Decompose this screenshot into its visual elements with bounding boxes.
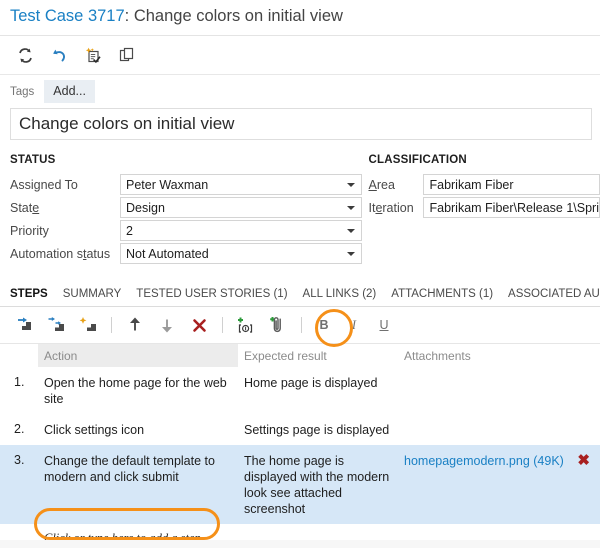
title-field-wrap: Change colors on initial view bbox=[0, 108, 600, 140]
tab-associated-automation[interactable]: ASSOCIATED AUTOMATION bbox=[508, 288, 600, 306]
chevron-down-icon bbox=[347, 205, 356, 210]
field-state: State Design bbox=[10, 197, 363, 218]
table-row[interactable]: 1. Open the home page for the web site H… bbox=[0, 367, 600, 414]
step-attachments[interactable] bbox=[398, 415, 600, 445]
state-value: Design bbox=[126, 200, 165, 215]
classification-heading: CLASSIFICATION bbox=[368, 154, 467, 166]
footer-spacer bbox=[0, 540, 600, 548]
assigned-to-dropdown[interactable]: Peter Waxman bbox=[120, 174, 363, 195]
field-priority: Priority 2 bbox=[10, 220, 363, 241]
status-heading: STATUS bbox=[10, 154, 56, 166]
step-number: 3. bbox=[14, 453, 25, 467]
tab-steps[interactable]: STEPS bbox=[10, 288, 59, 306]
undo-icon[interactable] bbox=[42, 40, 76, 70]
field-area: Area Fabrikam Fiber bbox=[368, 174, 600, 195]
step-number: 1. bbox=[14, 375, 25, 389]
field-label-iteration: Iteration bbox=[368, 200, 414, 215]
table-row[interactable]: 3. Change the default template to modern… bbox=[0, 445, 600, 524]
assigned-to-value: Peter Waxman bbox=[126, 177, 209, 192]
step-expected-result[interactable]: Settings page is displayed bbox=[238, 415, 398, 445]
page-title-id: Test Case 3717 bbox=[10, 7, 125, 25]
field-automation-status: Automation status Not Automated bbox=[10, 243, 363, 264]
remove-attachment-icon[interactable]: ✖ bbox=[577, 453, 590, 468]
priority-value: 2 bbox=[126, 223, 133, 238]
step-expected-result[interactable]: Home page is displayed bbox=[238, 368, 398, 414]
tab-attachments[interactable]: ATTACHMENTS (1) bbox=[391, 288, 504, 306]
step-attachments[interactable] bbox=[398, 368, 600, 414]
move-up-icon[interactable] bbox=[119, 311, 151, 339]
step-action[interactable]: Change the default template to modern an… bbox=[38, 446, 238, 524]
priority-dropdown[interactable]: 2 bbox=[120, 220, 363, 241]
create-shared-steps-icon[interactable] bbox=[72, 311, 104, 339]
automation-status-value: Not Automated bbox=[126, 246, 209, 261]
chevron-down-icon bbox=[347, 251, 356, 256]
insert-parameter-icon[interactable] bbox=[230, 311, 262, 339]
attachment-link[interactable]: homepagemodern.png (49K) bbox=[404, 454, 564, 468]
add-step-row[interactable]: Click or type here to add a step bbox=[0, 524, 600, 553]
tags-label: Tags bbox=[10, 85, 35, 98]
tab-summary[interactable]: SUMMARY bbox=[63, 288, 133, 306]
field-assigned-to: Assigned To Peter Waxman bbox=[10, 174, 363, 195]
insert-shared-steps-icon[interactable] bbox=[40, 311, 72, 339]
steps-grid-header: Action Expected result Attachments bbox=[0, 344, 600, 367]
step-attachments: homepagemodern.png (49K) ✖ bbox=[398, 446, 600, 524]
table-row[interactable]: 2. Click settings icon Settings page is … bbox=[0, 414, 600, 445]
status-section: STATUS Assigned To Peter Waxman State De… bbox=[0, 154, 363, 266]
chevron-down-icon bbox=[347, 228, 356, 233]
italic-button[interactable]: I bbox=[339, 311, 369, 339]
move-down-icon[interactable] bbox=[151, 311, 183, 339]
field-label-priority: Priority bbox=[10, 223, 49, 238]
chevron-down-icon bbox=[347, 182, 356, 187]
column-header-attachments: Attachments bbox=[404, 348, 471, 363]
column-header-expected-result: Expected result bbox=[244, 348, 327, 363]
state-dropdown[interactable]: Design bbox=[120, 197, 363, 218]
detail-tabs: STEPS SUMMARY TESTED USER STORIES (1) AL… bbox=[0, 280, 600, 307]
field-label-area: Area bbox=[368, 177, 395, 192]
step-number: 2. bbox=[14, 422, 25, 436]
column-header-action: Action bbox=[38, 344, 238, 367]
field-iteration: Iteration Fabrikam Fiber\Release 1\Spri bbox=[368, 197, 600, 218]
copy-icon[interactable] bbox=[110, 40, 144, 70]
delete-step-icon[interactable] bbox=[183, 311, 215, 339]
step-action[interactable]: Open the home page for the web site bbox=[38, 368, 238, 414]
field-label-state: State bbox=[10, 200, 40, 215]
field-label-automation-status: Automation status bbox=[10, 246, 111, 261]
underline-button[interactable]: U bbox=[369, 311, 399, 339]
area-input[interactable]: Fabrikam Fiber bbox=[423, 174, 600, 195]
automation-status-dropdown[interactable]: Not Automated bbox=[120, 243, 363, 264]
toolbar-separator bbox=[301, 317, 302, 333]
toolbar-separator bbox=[222, 317, 223, 333]
step-action[interactable]: Click settings icon bbox=[38, 415, 238, 445]
steps-grid: Action Expected result Attachments 1. Op… bbox=[0, 344, 600, 553]
bold-button[interactable]: B bbox=[309, 311, 339, 339]
fields-area: STATUS Assigned To Peter Waxman State De… bbox=[0, 140, 600, 266]
add-tag-button[interactable]: Add... bbox=[44, 80, 95, 103]
field-label-assigned-to: Assigned To bbox=[10, 177, 78, 192]
classification-section: CLASSIFICATION Area Fabrikam Fiber Itera… bbox=[362, 154, 600, 266]
command-toolbar bbox=[0, 36, 600, 75]
steps-toolbar: B I U bbox=[0, 307, 600, 347]
iteration-input[interactable]: Fabrikam Fiber\Release 1\Spri bbox=[423, 197, 600, 218]
tab-tested-user-stories[interactable]: TESTED USER STORIES (1) bbox=[136, 288, 298, 306]
toolbar-separator bbox=[111, 317, 112, 333]
tab-all-links[interactable]: ALL LINKS (2) bbox=[303, 288, 388, 306]
tags-row: Tags Add... bbox=[0, 75, 600, 108]
title-input[interactable]: Change colors on initial view bbox=[10, 108, 592, 140]
new-linked-item-icon[interactable] bbox=[76, 40, 110, 70]
page-title-bar: Test Case 3717: Change colors on initial… bbox=[0, 0, 600, 36]
insert-step-icon[interactable] bbox=[8, 311, 40, 339]
step-expected-result[interactable]: The home page is displayed with the mode… bbox=[238, 446, 398, 524]
attach-file-icon[interactable] bbox=[262, 311, 294, 339]
page-title-text: : Change colors on initial view bbox=[124, 7, 343, 25]
refresh-icon[interactable] bbox=[8, 40, 42, 70]
